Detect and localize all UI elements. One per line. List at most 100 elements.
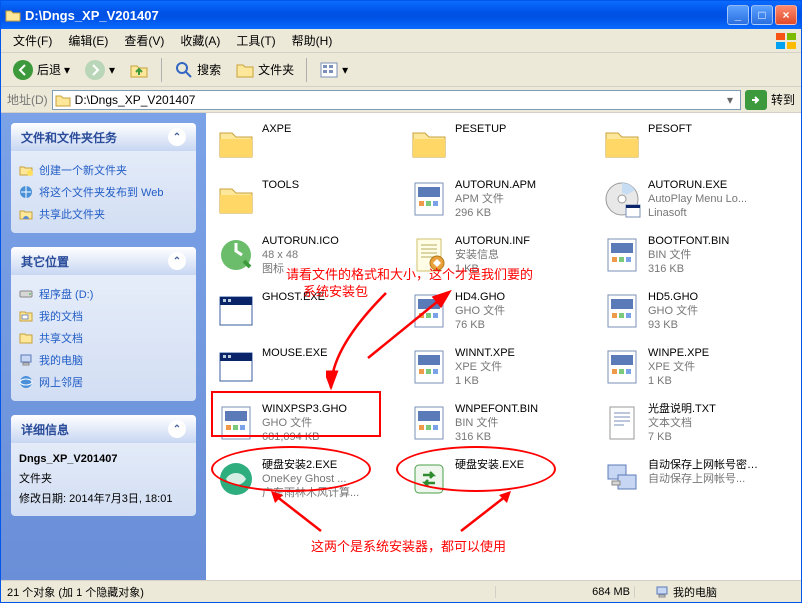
window-title: D:\Dngs_XP_V201407: [25, 8, 727, 23]
file-meta: 硬盘安装.EXE: [455, 459, 524, 473]
maximize-button[interactable]: □: [751, 5, 773, 25]
file-name: AXPE: [262, 123, 291, 137]
window-controls: _ □ ×: [727, 5, 797, 25]
panel-header[interactable]: 文件和文件夹任务 ⌃: [11, 123, 196, 151]
separator: [306, 58, 307, 82]
menu-edit[interactable]: 编辑(E): [60, 30, 116, 51]
panel-title: 其它位置: [21, 253, 69, 270]
file-item[interactable]: PESETUP: [409, 123, 598, 169]
file-item[interactable]: AUTORUN.EXE AutoPlay Menu Lo... Linasoft: [602, 179, 791, 225]
menu-tools[interactable]: 工具(T): [228, 30, 283, 51]
file-item[interactable]: AUTORUN.INF 安装信息 1 KB: [409, 235, 598, 281]
task-new-folder[interactable]: 创建一个新文件夹: [19, 159, 188, 181]
body: 文件和文件夹任务 ⌃ 创建一个新文件夹 将这个文件夹发布到 Web 共享此文件夹…: [1, 113, 801, 580]
file-item[interactable]: GHOST.EXE: [216, 291, 405, 337]
minimize-button[interactable]: _: [727, 5, 749, 25]
up-button[interactable]: [124, 57, 154, 83]
file-item[interactable]: WINNT.XPE XPE 文件 1 KB: [409, 347, 598, 393]
details-type: 文件夹: [19, 468, 188, 488]
go-button[interactable]: [745, 90, 767, 110]
file-sub2: 7 KB: [648, 431, 716, 445]
file-meta: PESOFT: [648, 123, 692, 137]
file-item[interactable]: 自动保存上网帐号密码到D盘.EXE 自动保存上网帐号...: [602, 459, 791, 505]
address-input[interactable]: D:\Dngs_XP_V201407 ▾: [52, 90, 741, 110]
explorer-window: D:\Dngs_XP_V201407 _ □ × 文件(F) 编辑(E) 查看(…: [0, 0, 802, 603]
file-item[interactable]: MOUSE.EXE: [216, 347, 405, 393]
menu-help[interactable]: 帮助(H): [284, 30, 341, 51]
file-meta: WINXPSP3.GHO GHO 文件 681,094 KB: [262, 403, 347, 444]
task-publish[interactable]: 将这个文件夹发布到 Web: [19, 181, 188, 203]
addressbar: 地址(D) D:\Dngs_XP_V201407 ▾ 转到: [1, 87, 801, 113]
file-icon: [216, 347, 256, 387]
menu-view[interactable]: 查看(V): [116, 30, 172, 51]
forward-button[interactable]: ▾: [79, 56, 120, 84]
file-item[interactable]: BOOTFONT.BIN BIN 文件 316 KB: [602, 235, 791, 281]
file-item[interactable]: 硬盘安装.EXE: [409, 459, 598, 505]
folders-button[interactable]: 文件夹: [230, 57, 299, 83]
file-name: AUTORUN.EXE: [648, 179, 747, 193]
search-button[interactable]: 搜索: [169, 57, 226, 83]
file-grid: AXPE PESETUP PESOFT TOOLS AUTORUN.APM AP…: [216, 123, 791, 505]
file-name: WINXPSP3.GHO: [262, 403, 347, 417]
file-meta: WINNT.XPE XPE 文件 1 KB: [455, 347, 515, 388]
file-sub2: 1 KB: [455, 375, 515, 389]
chevron-up-icon: ⌃: [168, 128, 186, 146]
place-my-documents[interactable]: 我的文档: [19, 305, 188, 327]
file-meta: MOUSE.EXE: [262, 347, 327, 361]
place-shared-documents[interactable]: 共享文档: [19, 327, 188, 349]
file-icon: [216, 291, 256, 331]
file-meta: 光盘说明.TXT 文本文档 7 KB: [648, 403, 716, 444]
place-my-computer[interactable]: 我的电脑: [19, 349, 188, 371]
file-item[interactable]: AXPE: [216, 123, 405, 169]
file-sub2: 76 KB: [455, 319, 505, 333]
chevron-up-icon: ⌃: [168, 420, 186, 438]
chevron-down-icon[interactable]: ▾: [722, 93, 738, 107]
file-name: 自动保存上网帐号密码到D盘.EXE: [648, 459, 758, 473]
file-item[interactable]: AUTORUN.APM APM 文件 296 KB: [409, 179, 598, 225]
place-network[interactable]: 网上邻居: [19, 371, 188, 393]
file-item[interactable]: HD4.GHO GHO 文件 76 KB: [409, 291, 598, 337]
file-meta: BOOTFONT.BIN BIN 文件 316 KB: [648, 235, 729, 276]
file-icon: [409, 347, 449, 387]
folder-icon: [55, 92, 71, 108]
search-label: 搜索: [197, 61, 221, 78]
views-button[interactable]: ▾: [314, 57, 353, 83]
file-meta: AUTORUN.ICO 48 x 48 图标: [262, 235, 339, 276]
file-icon: [409, 235, 449, 275]
file-item[interactable]: 硬盘安装2.EXE OneKey Ghost ... 广东雨林木风计算...: [216, 459, 405, 505]
file-sub1: GHO 文件: [262, 417, 347, 431]
file-item[interactable]: HD5.GHO GHO 文件 93 KB: [602, 291, 791, 337]
close-button[interactable]: ×: [775, 5, 797, 25]
file-sub2: 1 KB: [648, 375, 709, 389]
file-sub1: 安装信息: [455, 249, 530, 263]
file-sub1: XPE 文件: [455, 361, 515, 375]
file-sub2: 681,094 KB: [262, 431, 347, 445]
file-item[interactable]: WINXPSP3.GHO GHO 文件 681,094 KB: [216, 403, 405, 449]
file-name: AUTORUN.APM: [455, 179, 536, 193]
file-item[interactable]: WNPEFONT.BIN BIN 文件 316 KB: [409, 403, 598, 449]
file-meta: 硬盘安装2.EXE OneKey Ghost ... 广东雨林木风计算...: [262, 459, 359, 500]
menu-file[interactable]: 文件(F): [5, 30, 60, 51]
file-icon: [602, 179, 642, 219]
place-drive-d[interactable]: 程序盘 (D:): [19, 283, 188, 305]
panel-header[interactable]: 其它位置 ⌃: [11, 247, 196, 275]
chevron-up-icon: ⌃: [168, 252, 186, 270]
back-button[interactable]: 后退 ▾: [7, 56, 75, 84]
file-icon: [602, 347, 642, 387]
file-item[interactable]: WINPE.XPE XPE 文件 1 KB: [602, 347, 791, 393]
file-meta: HD4.GHO GHO 文件 76 KB: [455, 291, 505, 332]
file-item[interactable]: PESOFT: [602, 123, 791, 169]
menu-favorites[interactable]: 收藏(A): [172, 30, 228, 51]
file-icon: [216, 235, 256, 275]
file-item[interactable]: TOOLS: [216, 179, 405, 225]
file-icon: [216, 123, 256, 163]
titlebar[interactable]: D:\Dngs_XP_V201407 _ □ ×: [1, 1, 801, 29]
task-share[interactable]: 共享此文件夹: [19, 203, 188, 225]
file-meta: AUTORUN.INF 安装信息 1 KB: [455, 235, 530, 276]
file-sub2: 1 KB: [455, 263, 530, 277]
file-item[interactable]: AUTORUN.ICO 48 x 48 图标: [216, 235, 405, 281]
separator: [161, 58, 162, 82]
file-item[interactable]: 光盘说明.TXT 文本文档 7 KB: [602, 403, 791, 449]
file-pane[interactable]: AXPE PESETUP PESOFT TOOLS AUTORUN.APM AP…: [206, 113, 801, 580]
panel-header[interactable]: 详细信息 ⌃: [11, 415, 196, 443]
